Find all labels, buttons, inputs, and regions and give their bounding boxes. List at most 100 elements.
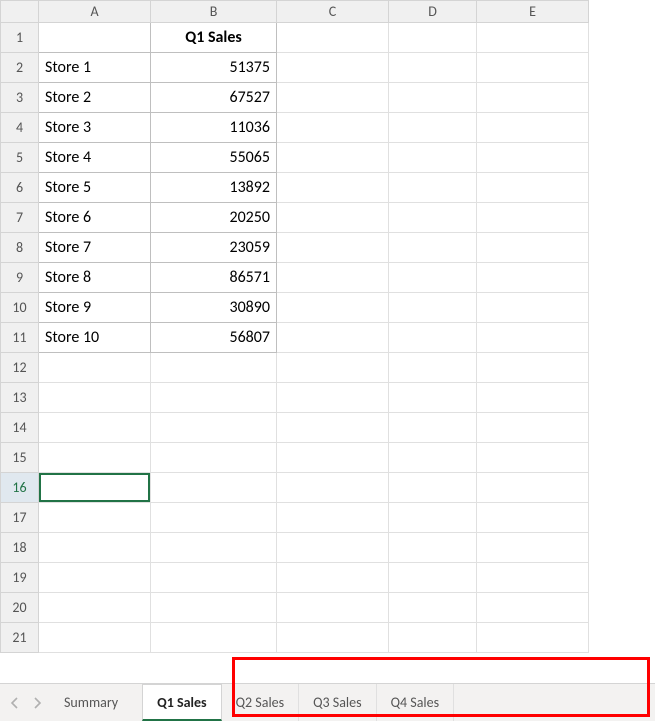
cell-E6[interactable]: [477, 173, 589, 203]
cell-E8[interactable]: [477, 233, 589, 263]
cell-C14[interactable]: [277, 413, 389, 443]
chevron-right-icon[interactable]: [32, 697, 42, 709]
cell-B15[interactable]: [151, 443, 277, 473]
row-header-15[interactable]: 15: [1, 443, 39, 473]
cell-E10[interactable]: [477, 293, 589, 323]
cell-A16[interactable]: [39, 473, 151, 503]
cell-D15[interactable]: [389, 443, 477, 473]
cell-B6[interactable]: 13892: [151, 173, 277, 203]
cell-A17[interactable]: [39, 503, 151, 533]
cell-B4[interactable]: 11036: [151, 113, 277, 143]
cell-D5[interactable]: [389, 143, 477, 173]
sheet-tab-q2-sales[interactable]: Q2 Sales: [222, 684, 299, 721]
row-header-20[interactable]: 20: [1, 593, 39, 623]
cell-D19[interactable]: [389, 563, 477, 593]
row-header-3[interactable]: 3: [1, 83, 39, 113]
cell-B17[interactable]: [151, 503, 277, 533]
cell-A4[interactable]: Store 3: [39, 113, 151, 143]
cell-B16[interactable]: [151, 473, 277, 503]
cell-E14[interactable]: [477, 413, 589, 443]
cell-C1[interactable]: [277, 23, 389, 53]
cell-C2[interactable]: [277, 53, 389, 83]
cell-A14[interactable]: [39, 413, 151, 443]
select-all-corner[interactable]: [1, 1, 39, 23]
cell-B5[interactable]: 55065: [151, 143, 277, 173]
cell-D1[interactable]: [389, 23, 477, 53]
cell-C17[interactable]: [277, 503, 389, 533]
cell-D21[interactable]: [389, 623, 477, 653]
cell-E19[interactable]: [477, 563, 589, 593]
row-header-19[interactable]: 19: [1, 563, 39, 593]
cell-C15[interactable]: [277, 443, 389, 473]
cell-A5[interactable]: Store 4: [39, 143, 151, 173]
cell-A20[interactable]: [39, 593, 151, 623]
column-header-E[interactable]: E: [477, 1, 589, 23]
cell-E18[interactable]: [477, 533, 589, 563]
cell-D7[interactable]: [389, 203, 477, 233]
cell-E5[interactable]: [477, 143, 589, 173]
cell-C16[interactable]: [277, 473, 389, 503]
cell-B2[interactable]: 51375: [151, 53, 277, 83]
row-header-4[interactable]: 4: [1, 113, 39, 143]
cell-A7[interactable]: Store 6: [39, 203, 151, 233]
cell-B3[interactable]: 67527: [151, 83, 277, 113]
cell-C21[interactable]: [277, 623, 389, 653]
cell-D12[interactable]: [389, 353, 477, 383]
cell-D6[interactable]: [389, 173, 477, 203]
cell-A12[interactable]: [39, 353, 151, 383]
cell-A8[interactable]: Store 7: [39, 233, 151, 263]
cell-C11[interactable]: [277, 323, 389, 353]
cell-E16[interactable]: [477, 473, 589, 503]
cell-B21[interactable]: [151, 623, 277, 653]
cell-E12[interactable]: [477, 353, 589, 383]
cell-A13[interactable]: [39, 383, 151, 413]
cell-E21[interactable]: [477, 623, 589, 653]
cell-D8[interactable]: [389, 233, 477, 263]
cell-B14[interactable]: [151, 413, 277, 443]
grid-area[interactable]: ABCDE 1Q1 Sales2Store 1513753Store 26752…: [0, 0, 655, 683]
cell-D3[interactable]: [389, 83, 477, 113]
row-header-2[interactable]: 2: [1, 53, 39, 83]
chevron-left-icon[interactable]: [10, 697, 20, 709]
row-header-10[interactable]: 10: [1, 293, 39, 323]
cell-E11[interactable]: [477, 323, 589, 353]
cell-D10[interactable]: [389, 293, 477, 323]
cell-A1[interactable]: [39, 23, 151, 53]
row-header-21[interactable]: 21: [1, 623, 39, 653]
cell-E4[interactable]: [477, 113, 589, 143]
cell-C12[interactable]: [277, 353, 389, 383]
cell-C3[interactable]: [277, 83, 389, 113]
cell-D17[interactable]: [389, 503, 477, 533]
row-header-6[interactable]: 6: [1, 173, 39, 203]
cell-B20[interactable]: [151, 593, 277, 623]
sheet-tab-q3-sales[interactable]: Q3 Sales: [299, 684, 376, 721]
cell-C10[interactable]: [277, 293, 389, 323]
cell-B18[interactable]: [151, 533, 277, 563]
row-header-9[interactable]: 9: [1, 263, 39, 293]
cell-E3[interactable]: [477, 83, 589, 113]
cell-B10[interactable]: 30890: [151, 293, 277, 323]
cell-A21[interactable]: [39, 623, 151, 653]
row-header-17[interactable]: 17: [1, 503, 39, 533]
cell-A11[interactable]: Store 10: [39, 323, 151, 353]
cell-C19[interactable]: [277, 563, 389, 593]
cell-C20[interactable]: [277, 593, 389, 623]
cell-B7[interactable]: 20250: [151, 203, 277, 233]
cell-A10[interactable]: Store 9: [39, 293, 151, 323]
row-header-12[interactable]: 12: [1, 353, 39, 383]
cell-D11[interactable]: [389, 323, 477, 353]
cell-E9[interactable]: [477, 263, 589, 293]
cell-B12[interactable]: [151, 353, 277, 383]
cell-D4[interactable]: [389, 113, 477, 143]
sheet-tab-q1-sales[interactable]: Q1 Sales: [142, 684, 221, 721]
cell-D16[interactable]: [389, 473, 477, 503]
row-header-8[interactable]: 8: [1, 233, 39, 263]
row-header-7[interactable]: 7: [1, 203, 39, 233]
sheet-tab-q4-sales[interactable]: Q4 Sales: [377, 684, 454, 721]
cell-B11[interactable]: 56807: [151, 323, 277, 353]
cell-C8[interactable]: [277, 233, 389, 263]
cell-C9[interactable]: [277, 263, 389, 293]
cell-C4[interactable]: [277, 113, 389, 143]
cell-E15[interactable]: [477, 443, 589, 473]
row-header-13[interactable]: 13: [1, 383, 39, 413]
